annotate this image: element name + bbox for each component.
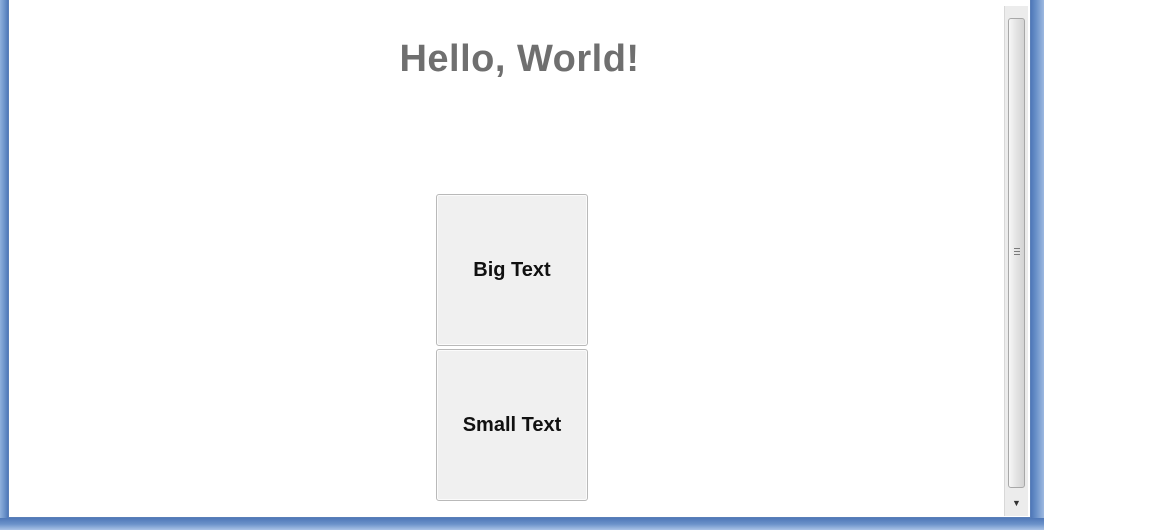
scrollbar-thumb[interactable] [1008, 18, 1025, 488]
grip-icon [1014, 248, 1020, 256]
big-text-button[interactable]: Big Text [436, 194, 588, 346]
client-area: Hello, World! Big Text Small Text ▼ [8, 0, 1031, 518]
page-title: Hello, World! [399, 38, 640, 80]
vertical-scrollbar[interactable]: ▼ [1004, 6, 1028, 516]
small-text-button[interactable]: Small Text [436, 349, 588, 501]
chevron-down-icon[interactable]: ▼ [1008, 494, 1025, 512]
big-text-button-label: Big Text [473, 258, 551, 281]
window-frame-right [1031, 0, 1044, 530]
window-frame-left [0, 0, 8, 530]
window-frame-bottom [0, 518, 1044, 530]
content-pane: Hello, World! Big Text Small Text [9, 0, 1004, 517]
app-window: Hello, World! Big Text Small Text ▼ [0, 0, 1044, 530]
small-text-button-label: Small Text [462, 413, 562, 436]
